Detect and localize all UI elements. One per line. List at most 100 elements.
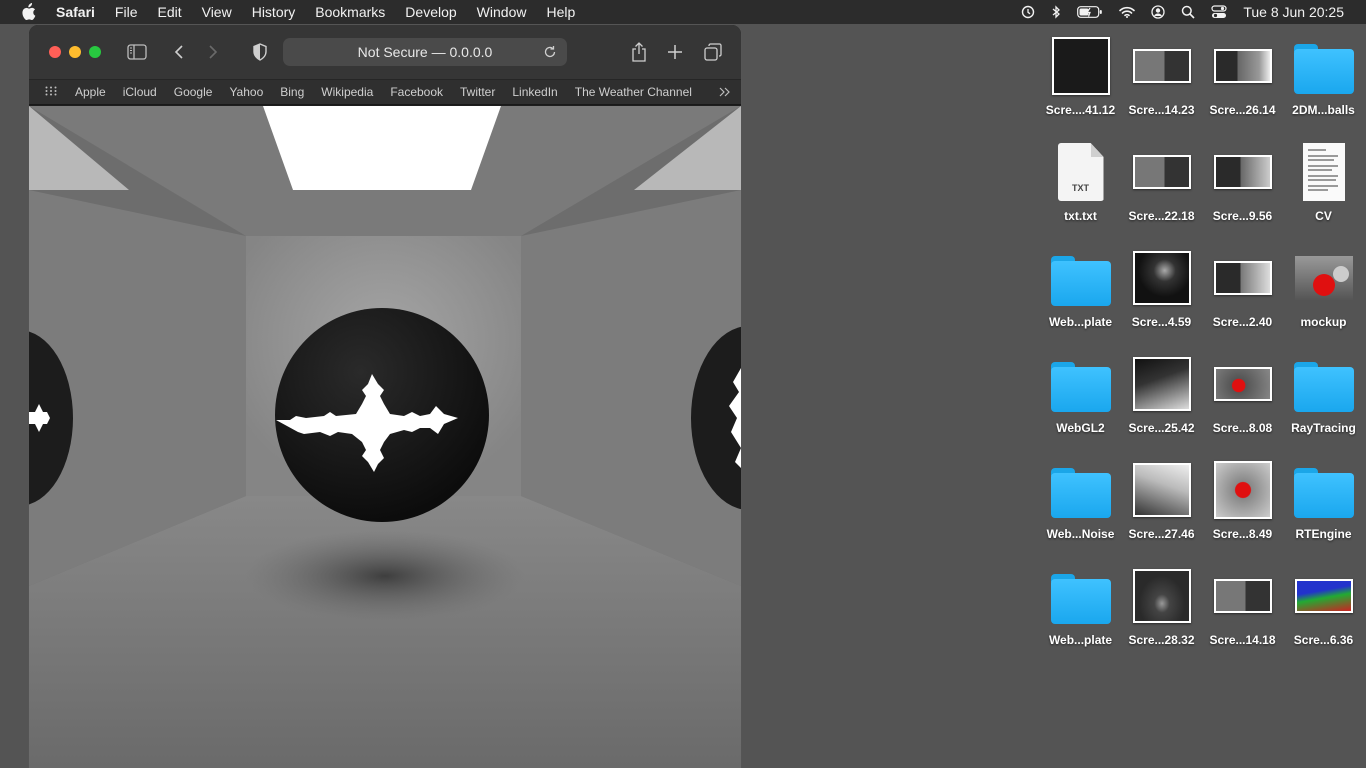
desktop-item-folder[interactable]: RayTracing xyxy=(1283,352,1364,458)
document-icon xyxy=(1302,143,1345,201)
close-window-button[interactable] xyxy=(49,46,61,58)
desktop-item-folder[interactable]: 2DM...balls xyxy=(1283,34,1364,140)
desktop-item-label: Scre...8.08 xyxy=(1212,421,1273,435)
screenshot-dark-icon xyxy=(1132,569,1191,623)
screenshot-thumbnail xyxy=(1130,458,1194,522)
favorite-bing[interactable]: Bing xyxy=(280,85,304,99)
favorite-facebook[interactable]: Facebook xyxy=(390,85,443,99)
desktop-item-screenshot[interactable]: Scre...25.42 xyxy=(1121,352,1202,458)
desktop-item-label: txt.txt xyxy=(1064,209,1097,223)
screenshot-render-icon xyxy=(1213,579,1272,613)
screenshot-bright-icon xyxy=(1132,463,1191,517)
desktop-item-screenshot[interactable]: Scre...28.32 xyxy=(1121,564,1202,670)
bluetooth-icon[interactable] xyxy=(1051,5,1061,19)
spotlight-icon[interactable] xyxy=(1181,5,1195,19)
safari-toolbar: Not Secure — 0.0.0.0 xyxy=(29,25,741,79)
folder-thumbnail xyxy=(1049,458,1113,522)
favorite-icloud[interactable]: iCloud xyxy=(123,85,157,99)
desktop-item-label: Scre....41.12 xyxy=(1045,103,1116,117)
reload-icon[interactable] xyxy=(541,43,559,61)
favorite-twitter[interactable]: Twitter xyxy=(460,85,495,99)
share-icon[interactable] xyxy=(627,40,651,64)
menu-bar: Safari File Edit View History Bookmarks … xyxy=(0,0,1366,24)
menu-history[interactable]: History xyxy=(252,4,296,20)
desktop-item-screenshot[interactable]: Scre...6.36 xyxy=(1283,564,1364,670)
desktop-item-screenshot[interactable]: Scre...26.14 xyxy=(1202,34,1283,140)
screenshot-dark-icon xyxy=(1051,37,1110,95)
desktop-item-screenshot[interactable]: Scre...14.23 xyxy=(1121,34,1202,140)
favorite-weather-channel[interactable]: The Weather Channel xyxy=(575,85,692,99)
desktop-item-label: Scre...8.49 xyxy=(1212,527,1273,541)
more-favorites-chevron-icon[interactable] xyxy=(719,86,731,98)
menu-bookmarks[interactable]: Bookmarks xyxy=(315,4,385,20)
minimize-window-button[interactable] xyxy=(69,46,81,58)
desktop-item-folder[interactable]: RTEngine xyxy=(1283,458,1364,564)
time-machine-icon[interactable] xyxy=(1021,5,1035,19)
desktop-item-screenshot[interactable]: Scre....41.12 xyxy=(1040,34,1121,140)
desktop-item-folder[interactable]: Web...plate xyxy=(1040,564,1121,670)
desktop-item-label: Web...plate xyxy=(1048,315,1113,329)
menu-edit[interactable]: Edit xyxy=(157,4,181,20)
desktop-item-screenshot[interactable]: Scre...9.56 xyxy=(1202,140,1283,246)
desktop-item-image[interactable]: mockup xyxy=(1283,246,1364,352)
desktop-item-label: Scre...25.42 xyxy=(1128,421,1195,435)
screenshot-thumbnail xyxy=(1211,140,1275,204)
desktop-item-folder[interactable]: Web...Noise xyxy=(1040,458,1121,564)
menu-bar-clock[interactable]: Tue 8 Jun 20:25 xyxy=(1243,4,1344,20)
desktop-item-label: Scre...14.23 xyxy=(1128,103,1195,117)
forward-icon[interactable] xyxy=(201,40,225,64)
folder-icon xyxy=(1050,256,1111,306)
control-center-icon[interactable] xyxy=(1211,5,1227,19)
favorites-bar: Apple iCloud Google Yahoo Bing Wikipedia… xyxy=(29,79,741,105)
favorite-linkedin[interactable]: LinkedIn xyxy=(512,85,557,99)
menu-window[interactable]: Window xyxy=(477,4,527,20)
screenshot-thumbnail xyxy=(1049,34,1113,98)
address-text: Not Secure — 0.0.0.0 xyxy=(357,44,493,60)
apple-menu-icon[interactable] xyxy=(20,3,38,21)
desktop-item-screenshot[interactable]: Scre...4.59 xyxy=(1121,246,1202,352)
text-file-icon: TXT xyxy=(1057,143,1104,201)
new-tab-icon[interactable] xyxy=(663,40,687,64)
screenshot-room-icon xyxy=(1213,49,1272,83)
desktop-item-screenshot[interactable]: Scre...14.18 xyxy=(1202,564,1283,670)
sidebar-toggle-icon[interactable] xyxy=(125,40,149,64)
desktop-item-label: 2DM...balls xyxy=(1292,103,1355,117)
desktop-item-screenshot[interactable]: Scre...2.40 xyxy=(1202,246,1283,352)
screenshot-room-icon xyxy=(1213,155,1272,189)
favorites-grid-icon[interactable] xyxy=(45,85,59,99)
web-content-render[interactable] xyxy=(29,106,741,768)
favorite-wikipedia[interactable]: Wikipedia xyxy=(321,85,373,99)
desktop-item-folder[interactable]: WebGL2 xyxy=(1040,352,1121,458)
screenshot-bright-icon xyxy=(1132,357,1191,411)
desktop-item-screenshot[interactable]: Scre...8.49 xyxy=(1202,458,1283,564)
screenshot-red-sphere-icon xyxy=(1213,367,1272,401)
favorite-yahoo[interactable]: Yahoo xyxy=(229,85,263,99)
folder-thumbnail xyxy=(1292,34,1356,98)
desktop-item-folder[interactable]: Web...plate xyxy=(1040,246,1121,352)
battery-icon[interactable] xyxy=(1077,6,1103,18)
menu-develop[interactable]: Develop xyxy=(405,4,456,20)
desktop-item-screenshot[interactable]: Scre...27.46 xyxy=(1121,458,1202,564)
folder-thumbnail xyxy=(1049,352,1113,416)
desktop-item-document[interactable]: CV xyxy=(1283,140,1364,246)
wifi-icon[interactable] xyxy=(1119,6,1136,18)
address-bar[interactable]: Not Secure — 0.0.0.0 xyxy=(283,38,567,66)
user-icon[interactable] xyxy=(1151,5,1165,19)
desktop-icons: Scre....41.12 Scre...14.23 Scre...26.14 … xyxy=(1040,34,1366,670)
desktop-item-text-file[interactable]: TXT txt.txt xyxy=(1040,140,1121,246)
favorite-apple[interactable]: Apple xyxy=(75,85,106,99)
back-icon[interactable] xyxy=(167,40,191,64)
folder-thumbnail xyxy=(1049,246,1113,310)
zoom-window-button[interactable] xyxy=(89,46,101,58)
menu-view[interactable]: View xyxy=(202,4,232,20)
tab-overview-icon[interactable] xyxy=(701,40,725,64)
menu-help[interactable]: Help xyxy=(546,4,575,20)
menu-file[interactable]: File xyxy=(115,4,138,20)
menu-app-safari[interactable]: Safari xyxy=(56,4,95,20)
privacy-shield-icon[interactable] xyxy=(248,40,272,64)
screenshot-thumbnail xyxy=(1130,246,1194,310)
desktop-item-screenshot[interactable]: Scre...8.08 xyxy=(1202,352,1283,458)
desktop-item-screenshot[interactable]: Scre...22.18 xyxy=(1121,140,1202,246)
folder-thumbnail xyxy=(1049,564,1113,628)
favorite-google[interactable]: Google xyxy=(174,85,213,99)
